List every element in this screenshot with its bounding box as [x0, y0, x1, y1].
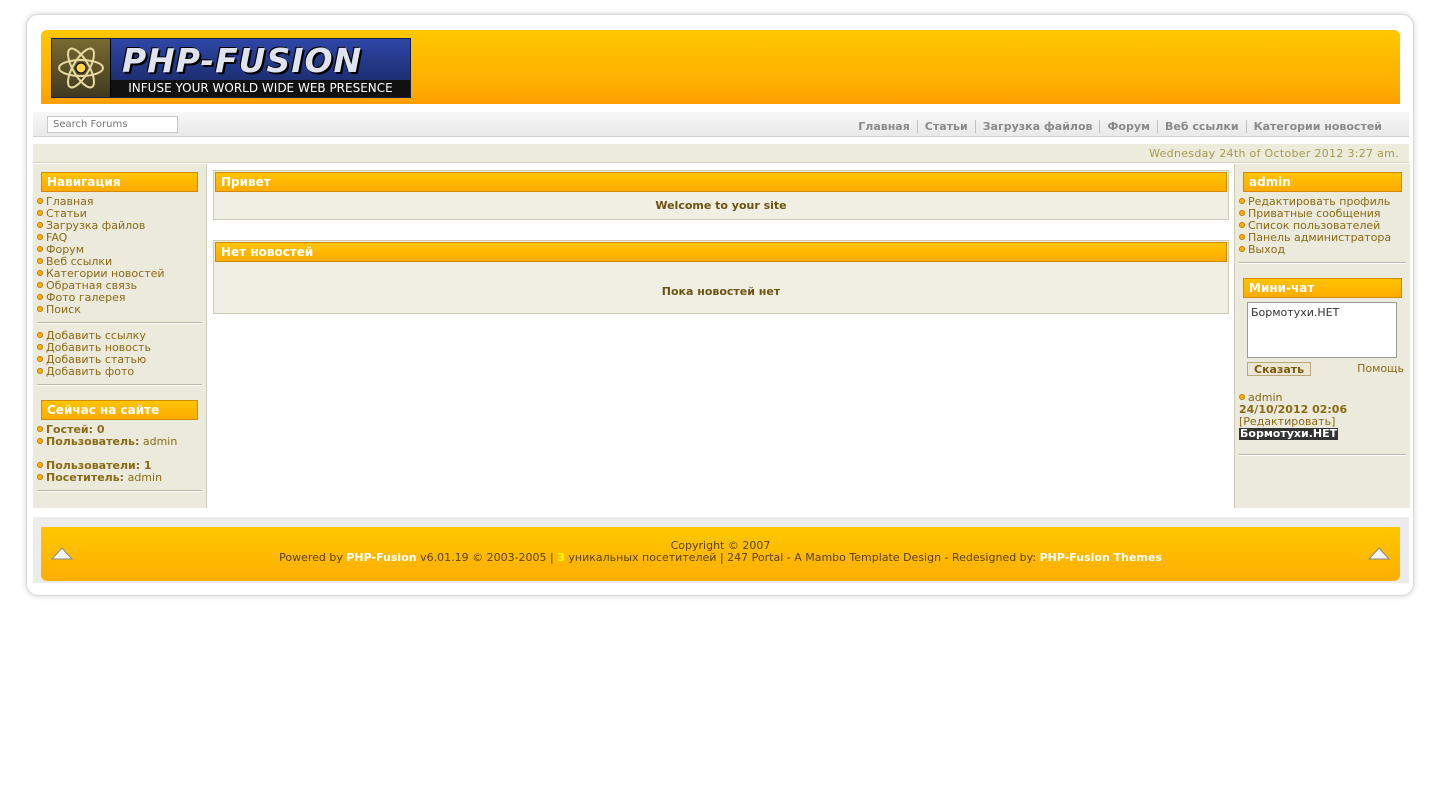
bullet-icon	[37, 474, 43, 480]
footer-wrap: Copyright © 2007 Powered by PHP-Fusion v…	[33, 517, 1409, 583]
sub-bar: Главная Статьи Загрузка файлов Форум Веб…	[33, 112, 1409, 137]
bullet-icon	[37, 306, 43, 312]
news-panel: Нет новостей Пока новостей нет	[213, 240, 1229, 314]
footer: Copyright © 2007 Powered by PHP-Fusion v…	[41, 527, 1400, 581]
help-link[interactable]: Помощь	[1357, 362, 1404, 375]
news-empty-text: Пока новостей нет	[661, 285, 781, 298]
mini-chat-title: Мини-чат	[1243, 278, 1402, 298]
online-user-link[interactable]: admin	[143, 435, 177, 448]
page-frame: PHP-FUSION INFUSE YOUR WORLD WIDE WEB PR…	[26, 14, 1414, 596]
shout-message: Бормотухи.НЕТ	[1239, 427, 1339, 440]
shout-entry: admin 24/10/2012 02:06 [Редактировать] Б…	[1239, 392, 1410, 440]
bullet-icon	[37, 356, 43, 362]
bullet-icon	[37, 282, 43, 288]
divider	[37, 384, 202, 386]
bullet-icon	[37, 270, 43, 276]
main-content: Привет Welcome to your site Нет новостей…	[213, 170, 1229, 334]
bullet-icon	[37, 246, 43, 252]
topnav-item-downloads[interactable]: Загрузка файлов	[974, 120, 1100, 133]
say-button[interactable]: Сказать	[1247, 362, 1312, 376]
php-fusion-link[interactable]: PHP-Fusion	[346, 551, 416, 564]
divider	[1239, 262, 1406, 264]
welcome-title: Привет	[215, 172, 1227, 192]
bullet-icon	[1239, 246, 1245, 252]
bullet-icon	[37, 438, 43, 444]
welcome-panel: Привет Welcome to your site	[213, 170, 1229, 220]
header-banner: PHP-FUSION INFUSE YOUR WORLD WIDE WEB PR…	[41, 30, 1400, 104]
divider	[1239, 454, 1406, 456]
site-logo[interactable]: PHP-FUSION INFUSE YOUR WORLD WIDE WEB PR…	[51, 38, 411, 98]
navigation-panel-title: Навигация	[41, 172, 198, 192]
visitors-count: 3	[557, 551, 565, 564]
bullet-icon	[37, 368, 43, 374]
topnav-item-news-categories[interactable]: Категории новостей	[1245, 120, 1389, 133]
welcome-text: Welcome to your site	[655, 199, 787, 212]
bullet-icon	[1239, 394, 1245, 400]
bullet-icon	[1239, 222, 1245, 228]
topnav-item-weblinks[interactable]: Веб ссылки	[1157, 120, 1246, 133]
topnav-item-forum[interactable]: Форум	[1099, 120, 1157, 133]
topnav-item-home[interactable]: Главная	[851, 120, 917, 133]
logo-tagline: INFUSE YOUR WORLD WIDE WEB PRESENCE	[111, 80, 410, 97]
user-panel-title: admin	[1243, 172, 1402, 192]
atom-icon	[52, 39, 111, 97]
navigation-list: Главная Статьи Загрузка файлов FAQ Форум…	[37, 196, 206, 316]
bullet-icon	[1239, 210, 1245, 216]
logo-title: PHP-FUSION	[122, 41, 363, 80]
divider	[37, 490, 202, 492]
chat-message-input[interactable]: Бормотухи.НЕТ	[1247, 302, 1397, 358]
submit-list: Добавить ссылку Добавить новость Добавит…	[37, 330, 206, 378]
search-input[interactable]	[47, 116, 178, 133]
bullet-icon	[37, 332, 43, 338]
bullet-icon	[1239, 198, 1245, 204]
online-user: Пользователь: admin	[37, 436, 206, 448]
news-title: Нет новостей	[215, 242, 1227, 262]
online-list: Гостей: 0 Пользователь: admin Пользовате…	[37, 424, 206, 484]
online-panel-title: Сейчас на сайте	[41, 400, 198, 420]
nav-link-search[interactable]: Поиск	[37, 304, 206, 316]
latest-visitor: Посетитель: admin	[37, 472, 206, 484]
logout-link[interactable]: Выход	[1239, 244, 1410, 256]
bullet-icon	[37, 294, 43, 300]
divider	[37, 322, 202, 324]
visitor-link[interactable]: admin	[128, 471, 162, 484]
date-bar: Wednesday 24th of October 2012 3:27 am.	[33, 144, 1409, 163]
bullet-icon	[37, 234, 43, 240]
bullet-icon	[37, 462, 43, 468]
bullet-icon	[1239, 234, 1245, 240]
bullet-icon	[37, 222, 43, 228]
bullet-icon	[37, 258, 43, 264]
bullet-icon	[37, 198, 43, 204]
bullet-icon	[37, 426, 43, 432]
bullet-icon	[37, 210, 43, 216]
user-menu: Редактировать профиль Приватные сообщени…	[1239, 196, 1410, 256]
bullet-icon	[37, 344, 43, 350]
current-date: Wednesday 24th of October 2012 3:27 am.	[1149, 147, 1399, 160]
top-navigation: Главная Статьи Загрузка файлов Форум Веб…	[851, 120, 1389, 133]
right-sidebar: admin Редактировать профиль Приватные со…	[1234, 164, 1410, 508]
themes-link[interactable]: PHP-Fusion Themes	[1040, 551, 1162, 564]
powered-by-line: Powered by PHP-Fusion v6.01.19 © 2003-20…	[279, 551, 1162, 564]
topnav-item-articles[interactable]: Статьи	[916, 120, 975, 133]
left-sidebar: Навигация Главная Статьи Загрузка файлов…	[33, 164, 207, 508]
submit-photo[interactable]: Добавить фото	[37, 366, 206, 378]
